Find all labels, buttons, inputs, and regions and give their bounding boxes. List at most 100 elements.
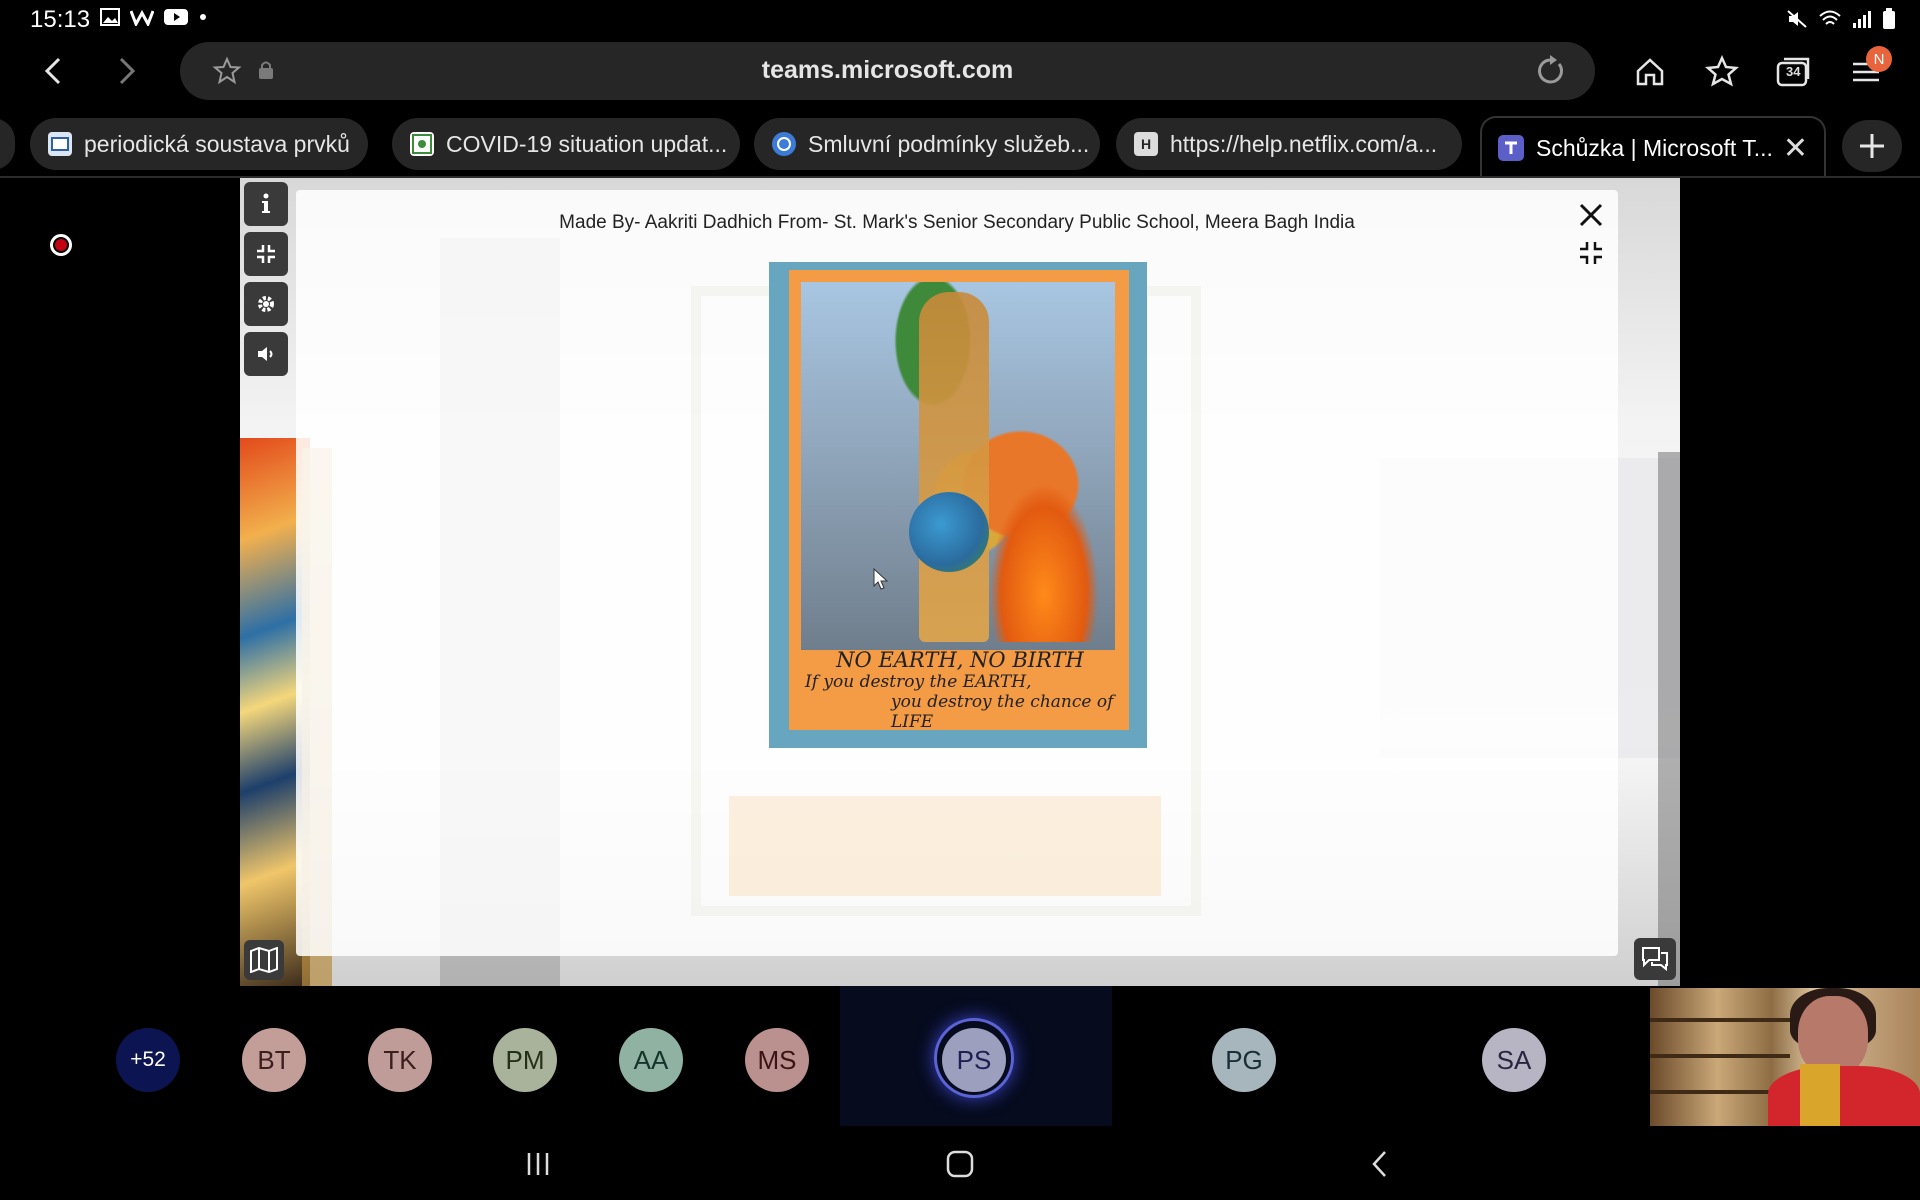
caption-line-2: If you destroy the EARTH, [805, 672, 1032, 692]
tab-teams-active[interactable]: Schůzka | Microsoft T... ✕ [1480, 116, 1826, 178]
back-button[interactable] [30, 48, 76, 94]
profile-badge[interactable]: N [1866, 46, 1892, 72]
tab-periodicka[interactable]: periodická soustava prvků [30, 118, 368, 170]
avatar-initials: AA [633, 1044, 669, 1075]
tab-label: periodická soustava prvků [84, 130, 350, 157]
mute-icon [1787, 10, 1807, 28]
covid-favicon [410, 132, 434, 156]
speaker-icon [258, 347, 273, 361]
artwork-image: NO EARTH, NO BIRTH If you destroy the EA… [769, 262, 1147, 748]
avatar-initials: BT [257, 1044, 291, 1075]
back-chevron-icon [1372, 1151, 1386, 1177]
close-modal-button[interactable] [1572, 196, 1610, 234]
globe-favicon [772, 132, 796, 156]
artwork-credit: Made By- Aakriti Dadhich From- St. Mark'… [559, 212, 1355, 233]
person-body [1768, 1066, 1920, 1126]
tab-label: Smluvní podmínky služeb... [808, 130, 1090, 157]
participant-bar: +52 BT TK PM AA MS PS PG SA [0, 986, 1920, 1126]
new-tab-button[interactable] [1842, 120, 1902, 172]
close-tab-icon[interactable]: ✕ [1783, 131, 1808, 166]
tab-count: 34 [1786, 64, 1801, 79]
participant-avatar[interactable]: BT [242, 1028, 306, 1092]
sound-button[interactable] [244, 332, 288, 376]
participant-avatar[interactable]: MS [745, 1028, 809, 1092]
person-scarf [1800, 1064, 1840, 1126]
artwork-modal: Made By- Aakriti Dadhich From- St. Mark'… [296, 190, 1618, 956]
bookmarks-button[interactable] [1700, 50, 1744, 94]
artwork-earth [909, 492, 989, 572]
forward-button[interactable] [104, 48, 150, 94]
recents-button[interactable] [518, 1144, 558, 1184]
address-bar[interactable]: teams.microsoft.com [180, 42, 1595, 100]
h-favicon: H [1134, 132, 1158, 156]
close-icon [1579, 203, 1603, 227]
participant-video-tile[interactable] [1650, 988, 1920, 1126]
artwork-caption: NO EARTH, NO BIRTH If you destroy the EA… [795, 648, 1125, 732]
url-text[interactable]: teams.microsoft.com [180, 56, 1595, 85]
dot-icon [200, 14, 206, 20]
settings-button[interactable] [244, 282, 288, 326]
collapse-icon [1580, 242, 1602, 264]
chat-button[interactable] [1634, 938, 1676, 980]
clock: 15:13 [30, 6, 91, 33]
shrink-button[interactable] [1572, 234, 1610, 272]
back-nav-button[interactable] [1360, 1144, 1400, 1184]
caption-line-1: NO EARTH, NO BIRTH [836, 648, 1084, 672]
document-favicon [48, 132, 72, 156]
participant-avatar-speaking[interactable]: PS [942, 1028, 1006, 1092]
tabs-button[interactable]: 34 [1772, 50, 1816, 94]
avatar-initials: PM [505, 1044, 545, 1075]
tab-strip: periodická soustava prvků COVID-19 situa… [0, 116, 1920, 178]
tab-smluvni[interactable]: Smluvní podmínky služeb... [754, 118, 1100, 170]
tab-label: COVID-19 situation updat... [446, 130, 728, 157]
image-icon [100, 8, 120, 26]
poster-band [729, 796, 1161, 896]
chevron-right-icon [119, 57, 136, 85]
reload-icon[interactable] [1533, 54, 1567, 93]
avatar-initials: PG [1225, 1044, 1263, 1075]
participant-avatar[interactable]: TK [368, 1028, 432, 1092]
tab-covid[interactable]: COVID-19 situation updat... [392, 118, 740, 170]
tab-label: https://help.netflix.com/a... [1170, 130, 1438, 157]
plus-icon [1860, 134, 1884, 158]
artwork-tree-figure [919, 292, 989, 642]
collapse-icon [257, 245, 275, 263]
chat-bubbles-icon [1642, 947, 1668, 972]
signal-icon [1853, 11, 1871, 28]
participant-avatar[interactable]: SA [1482, 1028, 1546, 1092]
info-icon [262, 193, 270, 213]
overflow-participants[interactable]: +52 [116, 1028, 180, 1092]
bookshelf [1650, 1054, 1790, 1058]
notification-icons [100, 8, 208, 26]
caption-line-3: you destroy the chance of LIFE [891, 692, 1114, 732]
home-button[interactable] [1628, 50, 1672, 94]
chevron-left-icon [44, 57, 61, 85]
home-nav-button[interactable] [940, 1144, 980, 1184]
tab-label: Schůzka | Microsoft T... [1536, 134, 1773, 161]
gallery-wall-edge [1658, 452, 1680, 986]
avatar-initials: MS [757, 1044, 797, 1075]
battery-icon [1883, 8, 1895, 29]
participant-avatar[interactable]: AA [619, 1028, 683, 1092]
wifi-icon [1819, 10, 1841, 25]
tab-offscreen[interactable] [0, 118, 15, 170]
recording-indicator [50, 234, 72, 256]
participant-avatar[interactable]: PG [1212, 1028, 1276, 1092]
artwork-fire [989, 482, 1099, 642]
tab-netflix-help[interactable]: H https://help.netflix.com/a... [1116, 118, 1462, 170]
youtube-icon [164, 9, 188, 25]
overflow-count: +52 [130, 1048, 166, 1071]
home-circle-icon [946, 1150, 974, 1178]
w-app-icon [130, 9, 154, 26]
gallery-controls [244, 182, 288, 376]
system-navigation-bar [0, 1126, 1920, 1200]
recents-icon [527, 1153, 549, 1175]
home-icon [1636, 58, 1664, 86]
status-bar: 15:13 [0, 0, 1920, 38]
exit-fullscreen-button[interactable] [244, 232, 288, 276]
teams-favicon [1498, 135, 1524, 161]
map-button[interactable] [244, 940, 284, 980]
participant-avatar[interactable]: PM [493, 1028, 557, 1092]
mouse-cursor-icon [873, 567, 889, 595]
info-button[interactable] [244, 182, 288, 226]
